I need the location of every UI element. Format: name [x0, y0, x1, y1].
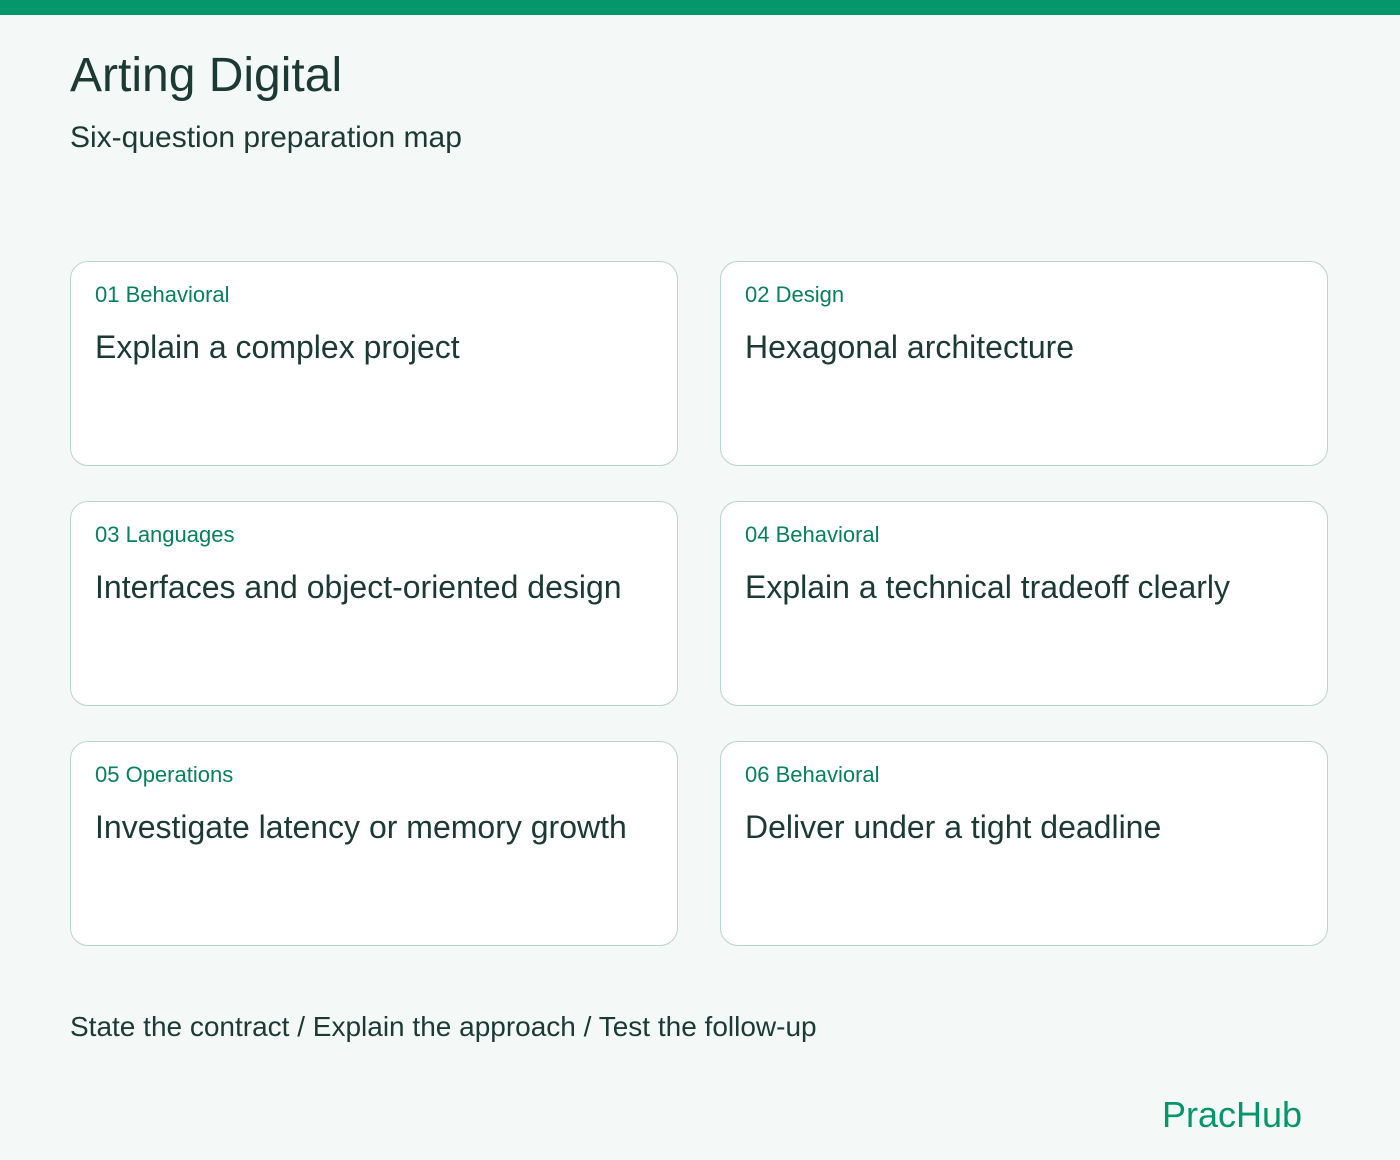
card-title: Explain a complex project: [95, 329, 460, 365]
brand-logo-text: PracHub: [1161, 1094, 1302, 1135]
card-tag: 04 Behavioral: [745, 522, 880, 547]
question-card-4[interactable]: 04 Behavioral Explain a technical tradeo…: [720, 501, 1328, 706]
page-subtitle: Six-question preparation map: [70, 121, 462, 154]
card-tag: 03 Languages: [95, 522, 235, 547]
card-title: Interfaces and object-oriented design: [95, 569, 622, 605]
card-title: Explain a technical tradeoff clearly: [745, 569, 1231, 605]
card-title: Investigate latency or memory growth: [95, 809, 627, 845]
card-title: Deliver under a tight deadline: [745, 809, 1162, 845]
question-card-2[interactable]: 02 Design Hexagonal architecture: [720, 261, 1328, 466]
page-title: Arting Digital: [70, 49, 343, 102]
card-tag: 01 Behavioral: [95, 282, 230, 307]
top-accent-bar: [0, 0, 1400, 15]
card-title: Hexagonal architecture: [745, 329, 1075, 365]
footer-note: State the contract / Explain the approac…: [70, 1011, 817, 1042]
question-card-6[interactable]: 06 Behavioral Deliver under a tight dead…: [720, 741, 1328, 946]
question-card-3[interactable]: 03 Languages Interfaces and object-orien…: [70, 501, 678, 706]
card-tag: 06 Behavioral: [745, 762, 880, 787]
card-tag: 02 Design: [745, 282, 845, 307]
question-card-1[interactable]: 01 Behavioral Explain a complex project: [70, 261, 678, 466]
question-card-5[interactable]: 05 Operations Investigate latency or mem…: [70, 741, 678, 946]
card-tag: 05 Operations: [95, 762, 234, 787]
